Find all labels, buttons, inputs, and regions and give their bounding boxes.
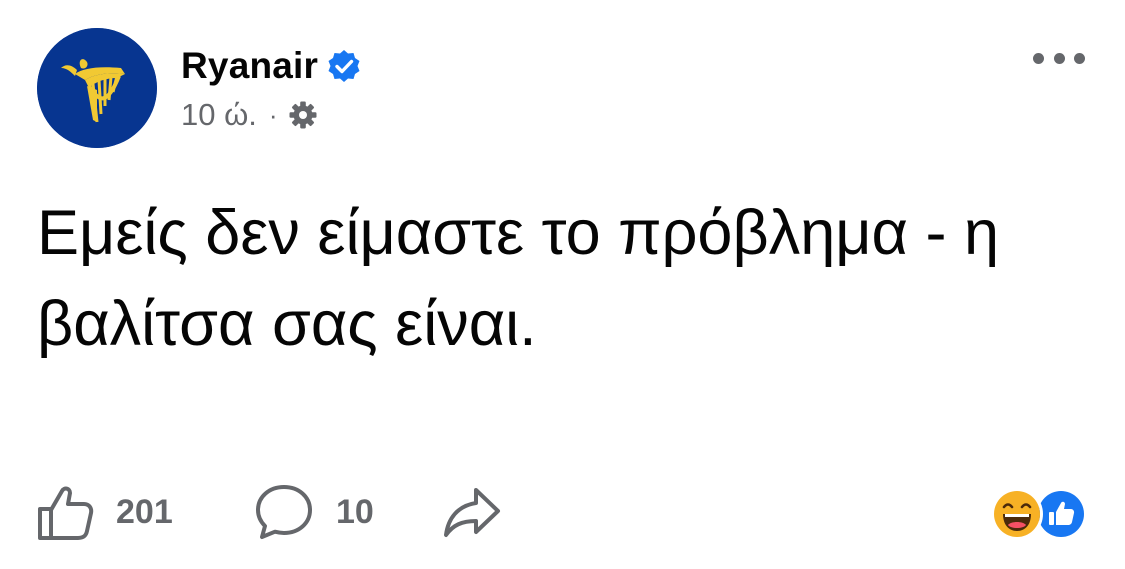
haha-reaction-icon <box>994 491 1040 537</box>
more-options-button[interactable] <box>1033 46 1085 70</box>
post-actions-bar: 201 10 <box>36 482 1089 542</box>
comment-bubble-icon <box>256 485 312 539</box>
haha-reaction <box>991 488 1043 540</box>
share-arrow-icon <box>444 488 500 537</box>
reaction-summary[interactable] <box>991 488 1089 540</box>
comment-count: 10 <box>336 492 374 531</box>
thumbs-up-icon <box>38 486 94 540</box>
comment-button[interactable]: 10 <box>254 482 374 542</box>
verified-badge-icon <box>328 50 360 82</box>
page-name-row: Ryanair <box>181 44 361 88</box>
gear-icon <box>289 101 317 129</box>
post-meta: 10 ώ. · <box>181 97 318 133</box>
like-button[interactable]: 201 <box>36 482 173 542</box>
ryanair-logo-icon <box>37 28 157 148</box>
post-card: Ryanair 10 ώ. · Εμείς δεν είμαστε το πρό… <box>0 0 1125 569</box>
more-options-icon <box>1033 52 1044 64</box>
post-text: Εμείς δεν είμαστε το πρόβλημα - η βαλίτσ… <box>37 198 999 359</box>
meta-separator: · <box>268 100 278 130</box>
share-button[interactable] <box>442 482 502 542</box>
like-reaction-icon <box>1038 491 1084 537</box>
post-timestamp[interactable]: 10 ώ. <box>181 97 257 133</box>
like-count: 201 <box>116 492 173 531</box>
page-avatar[interactable] <box>37 28 157 148</box>
page-name[interactable]: Ryanair <box>181 44 318 88</box>
